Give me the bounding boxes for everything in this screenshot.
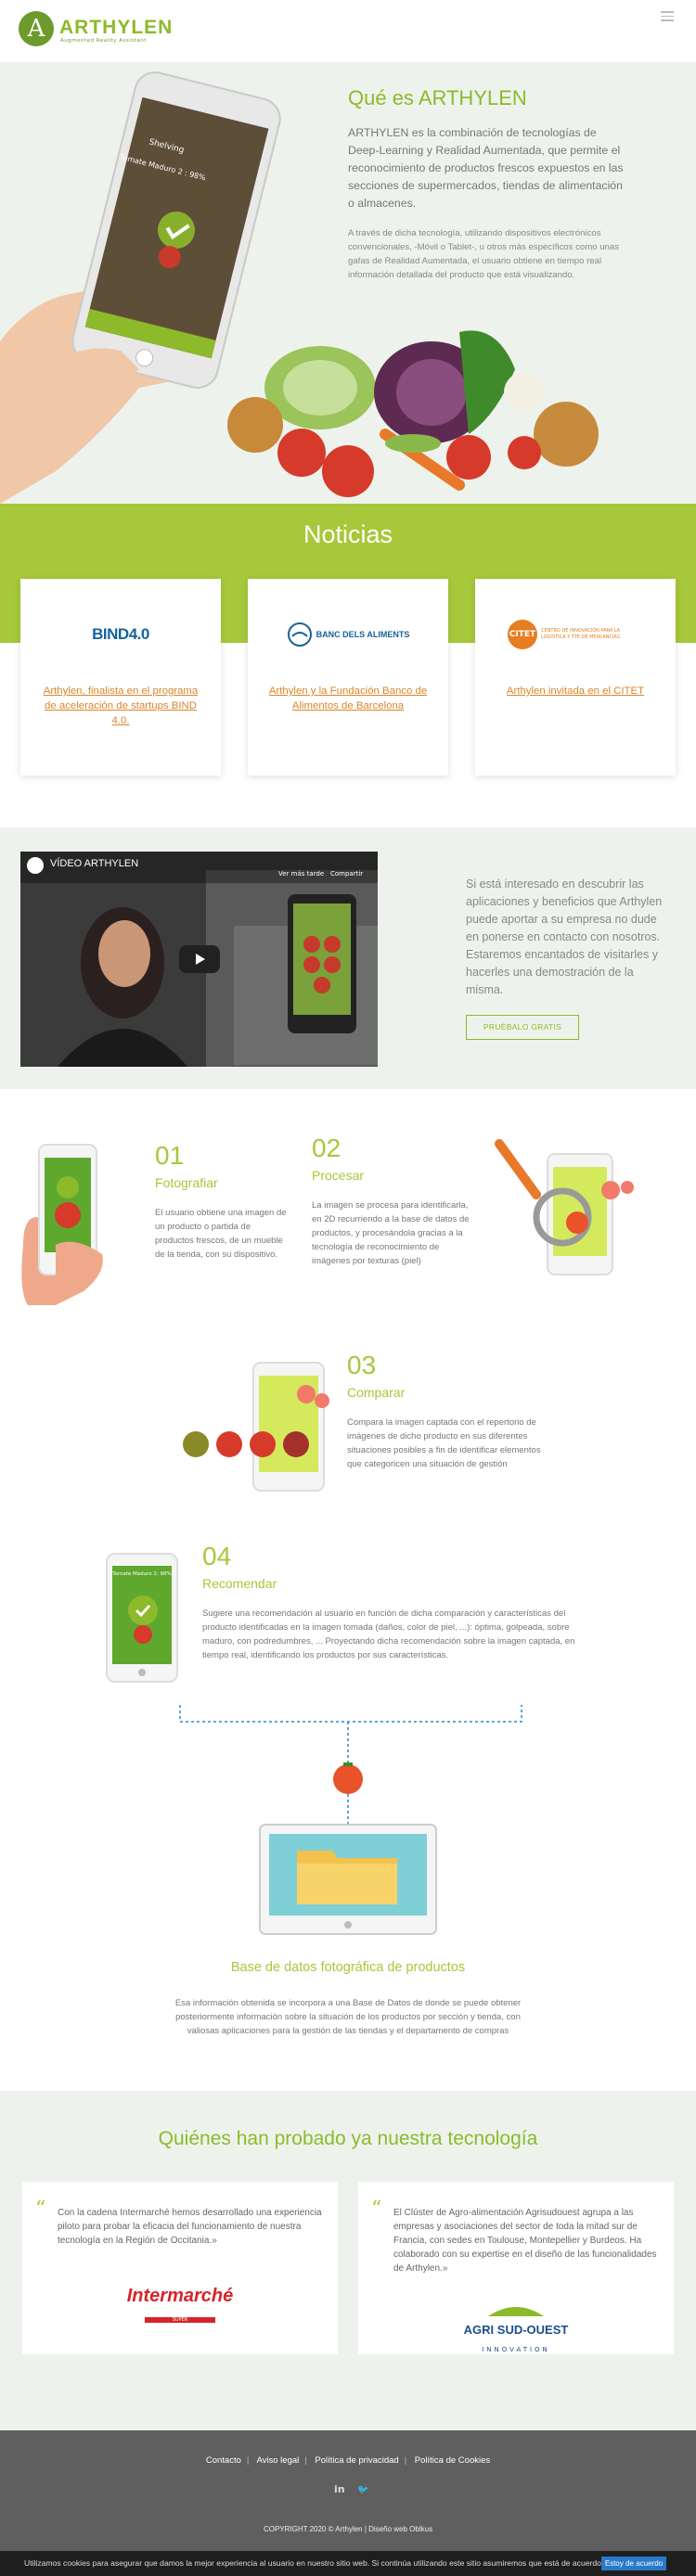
step-desc: El usuario obtiene una imagen de un prod… <box>155 1208 287 1260</box>
testimonial-card: “ El Clúster de Agro-alimentación Agrisu… <box>358 2182 674 2354</box>
video-player[interactable]: VÍDEO ARTHYLEN Ver más tarde Compartir <box>20 852 378 1067</box>
database-desc: Esa información obtenida se incorpora a … <box>174 1998 522 2036</box>
footer-links: Contacto | Aviso legal | Política de priva… <box>205 2455 491 2466</box>
footer-link-aviso-legal[interactable]: Aviso legal <box>256 2455 299 2466</box>
step-desc: Compara la imagen captada con el reperto… <box>347 1417 541 1469</box>
step-title: Comparar <box>347 1385 406 1400</box>
copyright-text: COPYRIGHT 2020 © Arthylen | Diseño web O… <box>263 2525 433 2533</box>
step-number: 03 <box>347 1351 377 1379</box>
contact-invite-text: Si está interesado en descubrir las apli… <box>466 878 663 996</box>
bind-logo: BIND4.0 <box>92 625 149 643</box>
hero-paragraph-1: ARTHYLEN es la combinación de tecnología… <box>348 126 624 210</box>
step-title: Recomendar <box>202 1576 277 1591</box>
vegetables-illustration <box>227 330 599 497</box>
cookie-accept-button[interactable]: Estoy de acuerdo <box>601 2557 666 2570</box>
citet-logo: CITET CENTRO DE INNOVACIÓN PARA LA LOGÍS… <box>475 607 676 662</box>
agri-sun-icon <box>488 2307 544 2316</box>
database-monitor-illustration <box>259 1824 437 1935</box>
banc-aliments-logo: BANC DELS ALIMENTS <box>248 607 448 662</box>
footer-link-contacto[interactable]: Contacto <box>206 2455 241 2466</box>
site-footer: Contacto | Aviso legal | Política de priva… <box>0 2430 696 2551</box>
recommend-phone: Tomate Maduro 2: 98% <box>106 1553 178 1683</box>
footer-link-privacidad[interactable]: Política de privacidad <box>315 2455 398 2466</box>
hero-section: Shelving Tomate Maduro 2 : 98% Qué es AR… <box>0 63 696 504</box>
hero-paragraph-2: A través de dicha tecnología, utilizando… <box>348 228 620 280</box>
quote-icon: “ <box>371 2198 382 2221</box>
check-icon <box>128 1596 158 1644</box>
cookie-banner: Utilizamos cookies para asegurar que dam… <box>0 2551 696 2576</box>
photo-hand-illustration <box>21 1144 103 1305</box>
cookie-text: Utilizamos cookies para asegurar que dam… <box>24 2558 604 2568</box>
news-link[interactable]: Arthylen, finalista en el programa de ac… <box>37 684 204 728</box>
testimonials-title: Quiénes han probado ya nuestra tecnologí… <box>158 2128 538 2149</box>
testimonial-quote: El Clúster de Agro-alimentación Agrisudo… <box>393 2208 657 2274</box>
share-button[interactable]: Compartir <box>330 870 363 878</box>
watch-later-button[interactable]: Ver más tarde <box>278 870 324 878</box>
news-link[interactable]: Arthylen invitada en el CITET <box>492 684 659 698</box>
twitter-icon[interactable]: 🐦 <box>357 2485 368 2495</box>
brand-tagline: Augmented Reality Assistant <box>60 38 147 44</box>
linkedin-icon[interactable]: in <box>334 2483 345 2495</box>
flow-connector <box>179 1705 522 1826</box>
step-number: 04 <box>202 1542 232 1570</box>
brand-name[interactable]: ARTHYLEN <box>59 17 173 39</box>
quote-icon: “ <box>35 2198 46 2221</box>
step-desc: La imagen se procesa para identificarla,… <box>312 1200 470 1266</box>
play-icon <box>196 954 205 965</box>
step-title: Fotografiar <box>155 1175 218 1190</box>
play-button[interactable] <box>179 945 220 973</box>
step-number: 01 <box>155 1141 185 1170</box>
compare-tomatoes-illustration <box>183 1362 329 1492</box>
news-title: Noticias <box>303 520 393 548</box>
step-title: Procesar <box>312 1168 365 1183</box>
banc-aliments-icon <box>287 622 312 647</box>
video-title[interactable]: VÍDEO ARTHYLEN <box>50 858 138 869</box>
step-number: 02 <box>312 1134 342 1162</box>
news-link[interactable]: Arthylen y la Fundación Banco de Aliment… <box>264 684 432 713</box>
news-card[interactable]: BANC DELS ALIMENTS Arthylen y la Fundaci… <box>248 579 448 775</box>
brand-logo-icon[interactable]: A <box>19 11 54 46</box>
site-header: A ARTHYLEN Augmented Reality Assistant <box>0 0 696 63</box>
news-card[interactable]: BIND4.0 Arthylen, finalista en el progra… <box>20 579 221 775</box>
agri-sud-ouest-logo: AGRI SUD-OUEST INNOVATION <box>358 2302 674 2355</box>
footer-link-cookies[interactable]: Política de Cookies <box>415 2455 490 2466</box>
news-card[interactable]: CITET CENTRO DE INNOVACIÓN PARA LA LOGÍS… <box>475 579 676 775</box>
hamburger-icon[interactable] <box>661 11 674 22</box>
try-free-button[interactable]: PRUÉBALO GRATIS <box>466 1015 579 1040</box>
social-links: in 🐦 <box>334 2483 369 2495</box>
testimonial-card: “ Con la cadena Intermarché hemos desarr… <box>22 2182 338 2354</box>
database-title: Base de datos fotográfica de productos <box>230 1960 466 1975</box>
testimonial-quote: Con la cadena Intermarché hemos desarrol… <box>58 2208 322 2246</box>
intermarche-logo: Intermarché SUPER <box>126 2286 234 2323</box>
processing-magnifier-illustration <box>495 1139 634 1275</box>
recommend-phone-screen: Tomate Maduro 2: 98% <box>112 1566 172 1664</box>
step-desc: Sugiere una recomendación al usuario en … <box>202 1608 575 1660</box>
hero-title: Qué es ARTHYLEN <box>348 86 527 109</box>
